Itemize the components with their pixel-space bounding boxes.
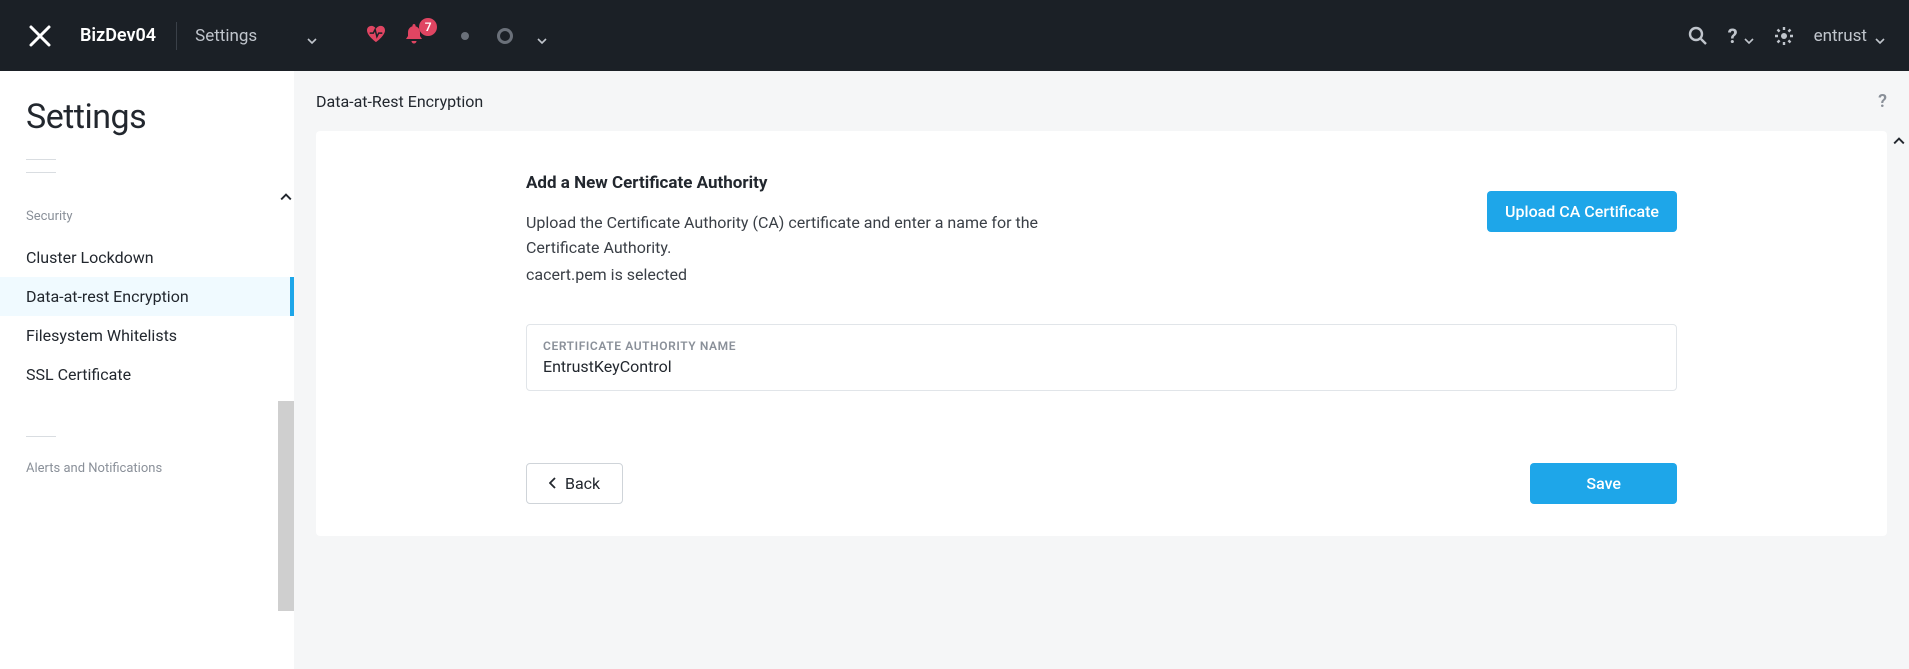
ca-name-input[interactable] [543,357,1660,376]
alert-count-badge: 7 [419,18,437,36]
gear-icon[interactable] [1774,26,1794,46]
sidebar-group-alerts: Alerts and Notifications [26,461,294,476]
back-label: Back [565,474,600,493]
user-name: entrust [1814,26,1867,46]
section-label: Settings [195,26,257,46]
chevron-left-icon [549,474,557,493]
chevron-down-icon [307,31,317,41]
back-button[interactable]: Back [526,463,623,504]
sidebar-item-filesystem-whitelists[interactable]: Filesystem Whitelists [0,316,294,355]
sidebar-item-label: Cluster Lockdown [26,248,154,267]
chevron-down-icon [1875,31,1885,41]
save-button[interactable]: Save [1530,463,1677,504]
divider [26,436,56,437]
divider [176,22,177,50]
help-icon[interactable]: ? [1878,91,1887,112]
scroll-up-icon[interactable] [1893,135,1905,150]
ca-name-field[interactable]: CERTIFICATE AUTHORITY NAME [526,324,1677,391]
chevron-down-icon [1744,31,1754,41]
topbar-right: ? entrust [1688,24,1885,48]
user-menu[interactable]: entrust [1814,26,1885,46]
sidebar-item-cluster-lockdown[interactable]: Cluster Lockdown [0,238,294,277]
heartbeat-icon[interactable] [365,25,387,47]
selected-file-line: cacert.pem is selected [526,265,1677,284]
sidebar-title: Settings [26,97,294,137]
chevron-down-icon[interactable] [537,31,547,41]
scrollbar[interactable] [278,401,294,611]
ca-name-label: CERTIFICATE AUTHORITY NAME [543,339,1660,353]
sidebar-item-ssl-certificate[interactable]: SSL Certificate [0,355,294,394]
sidebar-item-label: Data-at-rest Encryption [26,287,189,306]
page-title: Data-at-Rest Encryption [316,92,483,111]
panel-description: Upload the Certificate Authority (CA) ce… [526,211,1086,261]
sidebar-item-label: Filesystem Whitelists [26,326,177,345]
panel-title: Add a New Certificate Authority [526,173,1677,193]
sidebar-item-label: SSL Certificate [26,365,131,384]
alerts-button[interactable]: 7 [405,24,423,48]
task-circle-icon[interactable] [497,28,513,44]
sidebar-group-security: Security [26,209,294,224]
sidebar-item-data-at-rest-encryption[interactable]: Data-at-rest Encryption [0,277,294,316]
status-icons: 7 [365,24,547,48]
upload-ca-button[interactable]: Upload CA Certificate [1487,191,1677,232]
panel-wrap: Add a New Certificate Authority Upload t… [294,131,1909,669]
question-icon: ? [1728,24,1738,48]
scroll-up-icon[interactable] [280,191,292,206]
sidebar: Settings Security Cluster Lockdown Data-… [0,71,294,669]
cluster-name[interactable]: BizDev04 [80,25,156,46]
top-bar: BizDev04 Settings 7 ? [0,0,1909,71]
search-icon[interactable] [1688,26,1708,46]
status-dot-icon [461,32,469,40]
panel-actions: Back Save [526,463,1677,504]
content: Data-at-Rest Encryption ? Add a New Cert… [294,71,1909,669]
divider [26,159,56,160]
help-menu[interactable]: ? [1728,24,1754,48]
ca-panel: Add a New Certificate Authority Upload t… [316,131,1887,536]
content-header: Data-at-Rest Encryption ? [294,71,1909,131]
section-dropdown[interactable]: Settings [195,20,317,52]
main: Settings Security Cluster Lockdown Data-… [0,71,1909,669]
logo-icon [28,24,52,48]
divider [26,172,56,173]
